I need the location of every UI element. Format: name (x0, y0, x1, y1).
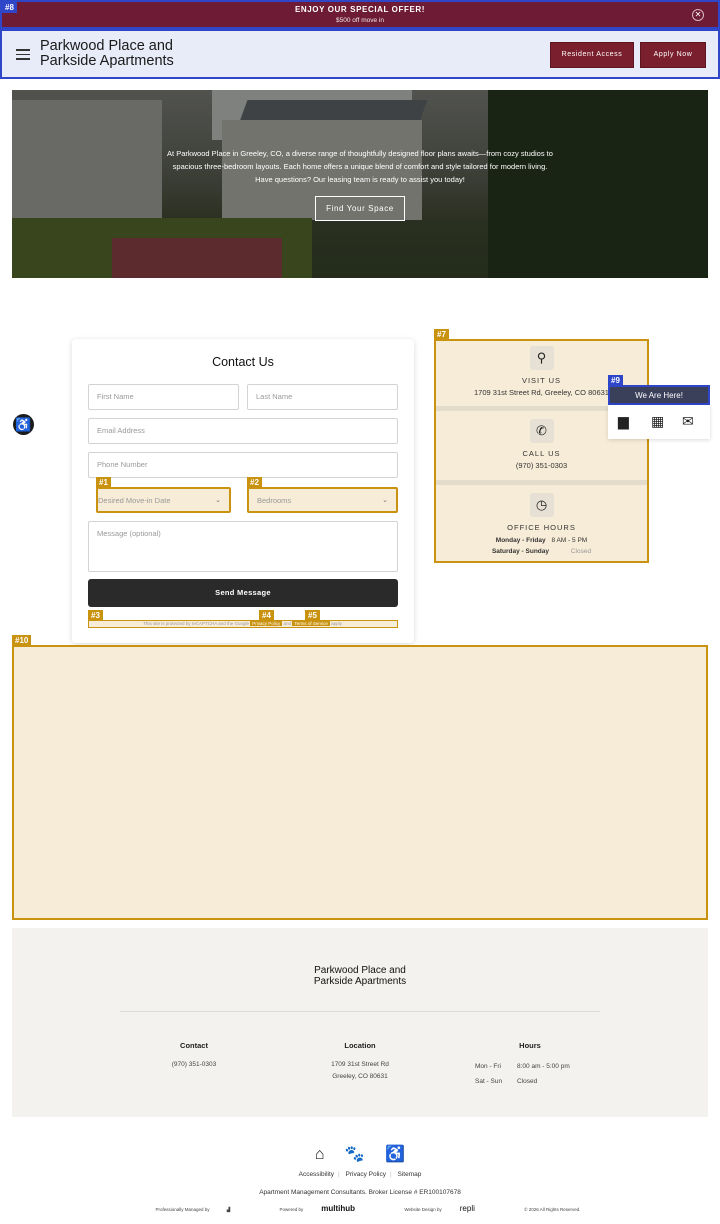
copyright: © 2026 All Rights Reserved. (524, 1207, 581, 1212)
chat-icon[interactable]: ▆ (618, 413, 629, 430)
chevron-down-icon: ⌄ (382, 497, 388, 504)
annotation-tag-10: #10 (12, 635, 32, 646)
phone-input[interactable]: Phone Number (88, 452, 398, 478)
promo-subtitle: $500 off move in (336, 17, 384, 24)
hero-section: At Parkwood Place in Greeley, CO, a dive… (12, 90, 708, 278)
footer-location-column: Location 1709 31st Street Rd Greeley, CO… (310, 1041, 410, 1083)
resident-access-button[interactable]: Resident Access (550, 42, 634, 68)
license-text: Apartment Management Consultants. Broker… (259, 1189, 461, 1196)
bedrooms-select[interactable]: Bedrooms ⌄ (247, 487, 398, 513)
chevron-down-icon: ⌄ (215, 497, 221, 504)
managed-by[interactable]: Professionally Managed by ▟ (139, 1207, 230, 1212)
apply-now-button[interactable]: Apply Now (640, 42, 706, 68)
powered-by[interactable]: Powered by multihub (264, 1204, 356, 1213)
terms-of-service-link[interactable]: Terms of Service (292, 621, 330, 626)
footer-hours-row: Sat - Sun Closed (475, 1078, 538, 1085)
calendar-icon[interactable]: ▦ (651, 413, 664, 430)
sitemap-link[interactable]: Sitemap (398, 1171, 422, 1178)
accessibility-link[interactable]: Accessibility (299, 1171, 334, 1178)
promo-banner[interactable]: ENJOY OUR SPECIAL OFFER! $500 off move i… (0, 0, 720, 29)
privacy-policy-link[interactable]: Privacy Policy (250, 621, 283, 626)
location-pin-icon: ⚲ (529, 346, 554, 370)
contact-form-title: Contact Us (212, 355, 274, 369)
first-name-input[interactable]: First Name (88, 384, 239, 410)
phone-link[interactable]: (970) 351-0303 (436, 461, 647, 470)
brand-line-2: Parkside Apartments (40, 53, 174, 69)
hours-row: Monday - Friday 8 AM - 5 PM (495, 537, 588, 544)
wheelchair-icon: ♿ (385, 1146, 406, 1163)
annotation-tag-3: #3 (88, 610, 103, 621)
equal-housing-icon: ⌂ (314, 1146, 325, 1163)
pet-friendly-icon: 🐾 (344, 1146, 365, 1163)
footer-brand[interactable]: Parkwood Place and Parkside Apartments (12, 965, 708, 987)
last-name-input[interactable]: Last Name (247, 384, 398, 410)
email-input[interactable]: Email Address (88, 418, 398, 444)
compliance-icons: ⌂ 🐾 ♿ (0, 1144, 720, 1164)
footer-address-line-1[interactable]: 1709 31st Street Rd (310, 1059, 410, 1071)
footer-address-line-2[interactable]: Greeley, CO 80631 (310, 1071, 410, 1083)
close-icon[interactable]: ✕ (692, 9, 704, 21)
move-in-date-select[interactable]: Desired Move-in Date ⌄ (96, 487, 231, 513)
send-message-button[interactable]: Send Message (88, 579, 398, 607)
brand-line-1: Parkwood Place and (40, 38, 173, 54)
map-embed[interactable] (12, 645, 708, 920)
annotation-tag-8: #8 (2, 2, 17, 13)
footer-phone-link[interactable]: (970) 351-0303 (154, 1059, 234, 1071)
annotation-tag-4: #4 (259, 610, 274, 621)
phone-icon: ✆ (529, 419, 554, 443)
move-in-date-label: Desired Move-in Date (98, 496, 171, 505)
promo-title: ENJOY OUR SPECIAL OFFER! (294, 5, 426, 14)
chat-widget-actions: ▆ ▦ ✉ (608, 405, 710, 439)
accessibility-icon[interactable]: ♿ (13, 414, 34, 435)
clock-icon: ◷ (529, 493, 554, 517)
menu-icon[interactable] (16, 49, 30, 63)
footer-contact-column: Contact (970) 351-0303 (154, 1041, 234, 1071)
hours-row: Saturday - Sunday Closed (491, 548, 592, 555)
call-us-label: CALL US (522, 449, 561, 458)
office-hours-section: ◷ OFFICE HOURS Monday - Friday 8 AM - 5 … (436, 493, 647, 555)
recaptcha-notice: This site is protected by reCAPTCHA and … (88, 620, 398, 628)
hero-text: At Parkwood Place in Greeley, CO, a dive… (167, 149, 553, 184)
message-textarea[interactable]: Message (optional) (88, 521, 398, 572)
find-your-space-button[interactable]: Find Your Space (315, 196, 405, 221)
privacy-policy-footer-link[interactable]: Privacy Policy (346, 1171, 386, 1178)
email-icon[interactable]: ✉ (682, 413, 694, 430)
annotation-tag-2: #2 (247, 477, 262, 488)
contact-info-panel: ⚲ VISIT US 1709 31st Street Rd, Greeley,… (434, 339, 649, 563)
footer-links: Accessibility | Privacy Policy | Sitemap (298, 1171, 422, 1178)
office-hours-label: OFFICE HOURS (507, 523, 576, 532)
contact-form: Contact Us First Name Last Name Email Ad… (72, 339, 414, 643)
annotation-tag-1: #1 (96, 477, 111, 488)
site-footer: Parkwood Place and Parkside Apartments C… (12, 928, 708, 1117)
we-are-here-button[interactable]: We Are Here! (608, 385, 710, 405)
site-header: Parkwood Place and Parkside Apartments R… (0, 29, 720, 79)
footer-hours-column: Hours Mon - Fri 8:00 am - 5:00 pm Sat - S… (475, 1041, 585, 1089)
footer-hours-row: Mon - Fri 8:00 am - 5:00 pm (475, 1063, 570, 1070)
bedrooms-label: Bedrooms (257, 496, 292, 505)
brand-logo[interactable]: Parkwood Place and Parkside Apartments (40, 39, 174, 69)
website-design-by[interactable]: Website Design by repli (388, 1204, 491, 1213)
annotation-tag-7: #7 (434, 329, 449, 340)
annotation-tag-9: #9 (608, 375, 623, 386)
annotation-tag-5: #5 (305, 610, 320, 621)
footer-credits: Professionally Managed by ▟ Powered by mu… (0, 1204, 720, 1213)
